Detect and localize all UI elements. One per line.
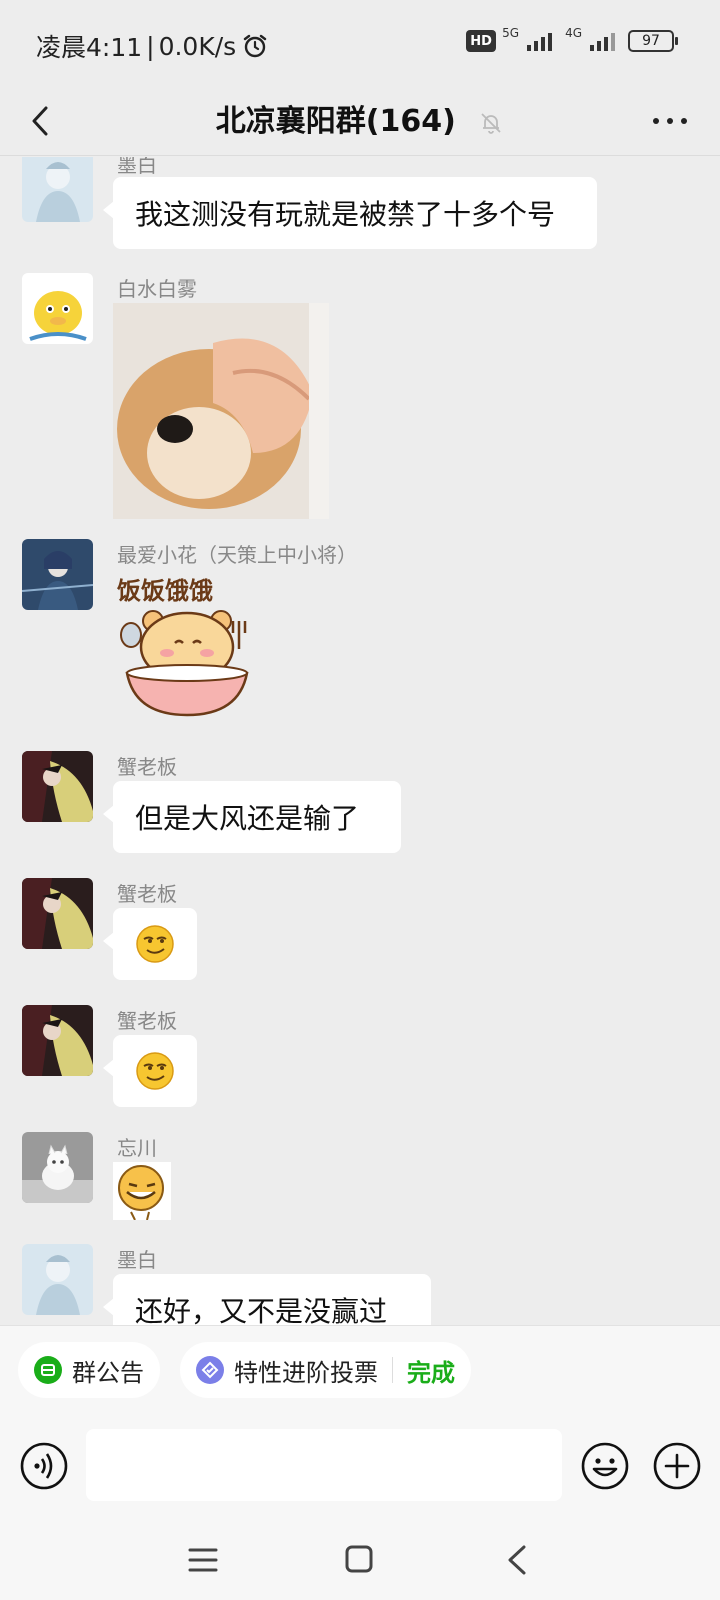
alarm-icon <box>243 34 267 58</box>
message-item: 最爱小花（天策上中小将） 饭饭饿饿 <box>0 539 720 719</box>
message-bubble[interactable]: 还好，又不是没赢过 <box>103 1274 431 1325</box>
avatar[interactable] <box>22 539 93 610</box>
message-bubble[interactable]: 我这测没有玩就是被禁了十多个号 <box>103 177 597 249</box>
sender-name: 最爱小花（天策上中小将） <box>117 543 357 567</box>
hungry-bear-sticker[interactable]: 饭饭饿饿 <box>113 569 267 719</box>
battery-indicator: 97 <box>628 30 678 52</box>
dog-face-image[interactable] <box>113 303 329 519</box>
net-4g-label: 4G <box>565 26 582 40</box>
notice-label: 群公告 <box>72 1358 144 1387</box>
status-divider: | <box>146 31 155 61</box>
voice-toggle-icon[interactable] <box>19 1441 69 1491</box>
status-time: 凌晨4:11 <box>36 33 143 62</box>
status-speed: 0.0K/s <box>158 31 237 61</box>
sender-name: 蟹老板 <box>117 1009 177 1033</box>
status-bar: 凌晨4:11 | 0.0K/s HD 5G 4G 97 <box>0 0 720 86</box>
message-item: 忘川 <box>0 1132 720 1228</box>
chat-header: 北凉襄阳群(164) <box>0 86 720 156</box>
status-left: 凌晨4:11 | 0.0K/s <box>36 28 268 64</box>
system-nav-bar <box>0 1516 720 1600</box>
sender-name: 墨白 <box>117 157 157 177</box>
plus-more-icon[interactable] <box>652 1441 702 1491</box>
message-item: 蟹老板 <box>0 1005 720 1109</box>
message-text: 但是大风还是输了 <box>135 802 360 835</box>
mute-bell-icon <box>481 112 501 134</box>
hd-badge: HD <box>466 30 497 52</box>
status-right: HD 5G 4G 97 <box>466 26 678 52</box>
message-text: 我这测没有玩就是被禁了十多个号 <box>135 198 556 231</box>
chat-title: 北凉襄阳群(164) <box>215 104 456 139</box>
sender-name: 蟹老板 <box>117 755 177 779</box>
message-text: 还好，又不是没赢过 <box>135 1295 388 1325</box>
more-icon[interactable] <box>650 108 690 134</box>
grin-sticker-icon[interactable] <box>113 1162 171 1220</box>
group-notice-pill[interactable]: 群公告 <box>18 1342 160 1398</box>
sender-name: 忘川 <box>117 1136 157 1160</box>
pill-divider <box>392 1357 393 1383</box>
avatar[interactable] <box>22 878 93 949</box>
avatar[interactable] <box>22 1244 93 1315</box>
message-input[interactable] <box>86 1429 562 1501</box>
smirk-emoji-icon <box>136 1052 174 1090</box>
emoji-picker-icon[interactable] <box>580 1441 630 1491</box>
chat-message-list[interactable]: 墨白 我这测没有玩就是被禁了十多个号 白水白雾 最爱小花（天策上中小将） 饭饭饿… <box>0 157 720 1325</box>
vote-done-action[interactable]: 完成 <box>407 1353 455 1388</box>
message-bubble[interactable] <box>103 1035 197 1107</box>
nav-home-icon[interactable] <box>344 1544 374 1574</box>
vote-pill[interactable]: 特性进阶投票 完成 <box>180 1342 471 1398</box>
sticker-caption: 饭饭饿饿 <box>117 577 213 605</box>
message-item: 墨白 还好，又不是没赢过 <box>0 1244 720 1325</box>
signal-4g-icon <box>590 33 615 51</box>
avatar[interactable] <box>22 157 93 222</box>
notice-icon <box>34 1356 62 1384</box>
message-item: 墨白 我这测没有玩就是被禁了十多个号 <box>0 157 720 251</box>
avatar[interactable] <box>22 1132 93 1203</box>
vote-label: 特性进阶投票 <box>234 1358 378 1387</box>
smirk-emoji-icon <box>136 925 174 963</box>
avatar[interactable] <box>22 273 93 344</box>
sender-name: 墨白 <box>117 1248 157 1272</box>
message-bubble[interactable] <box>103 908 197 980</box>
sender-name: 蟹老板 <box>117 882 177 906</box>
sender-name: 白水白雾 <box>117 277 197 301</box>
bottom-panel: 群公告 特性进阶投票 完成 <box>0 1325 720 1600</box>
nav-back-icon[interactable] <box>504 1544 530 1576</box>
message-item: 白水白雾 <box>0 273 720 523</box>
message-item: 蟹老板 <box>0 878 720 982</box>
signal-5g-icon <box>527 33 553 51</box>
message-bubble[interactable]: 但是大风还是输了 <box>103 781 401 853</box>
message-item: 蟹老板 但是大风还是输了 <box>0 751 720 855</box>
vote-icon <box>196 1356 224 1384</box>
chat-title-wrap: 北凉襄阳群(164) <box>0 96 720 140</box>
net-5g-label: 5G <box>502 26 520 40</box>
nav-menu-icon[interactable] <box>188 1546 218 1574</box>
avatar[interactable] <box>22 751 93 822</box>
avatar[interactable] <box>22 1005 93 1076</box>
